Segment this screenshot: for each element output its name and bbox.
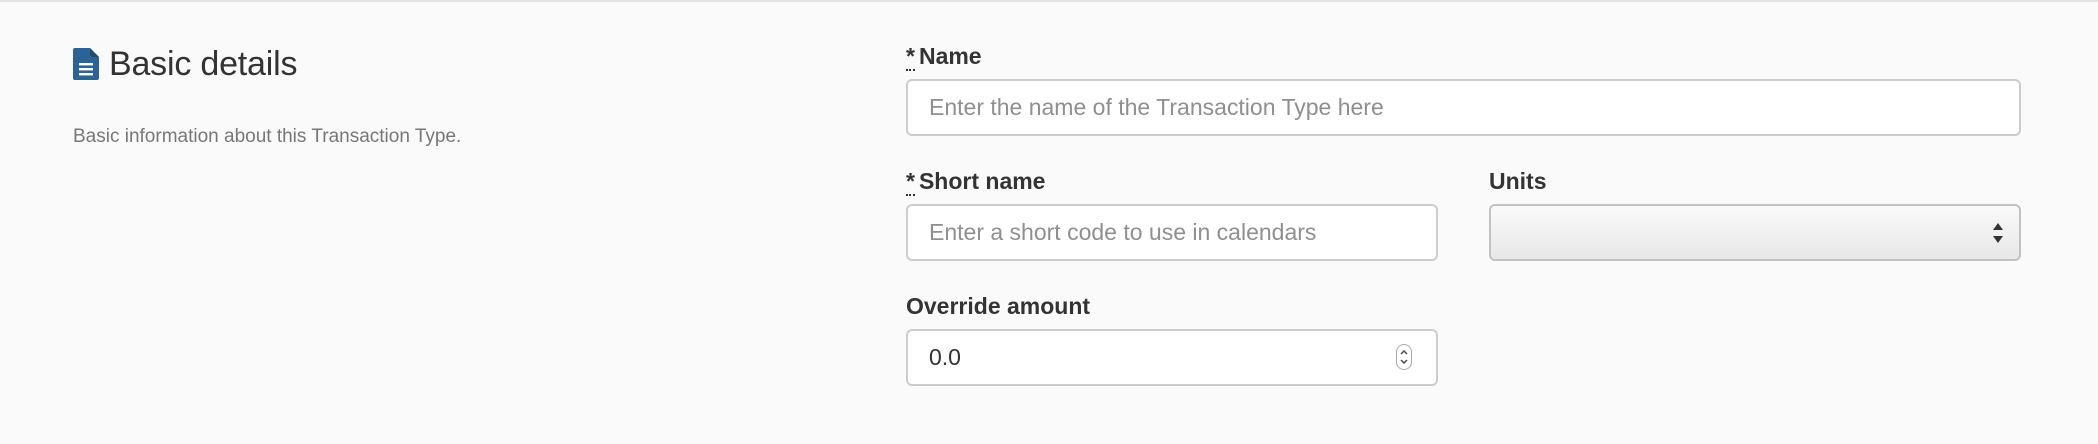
document-icon	[73, 48, 99, 80]
name-label: * Name	[906, 41, 2021, 71]
override-amount-label: Override amount	[906, 293, 1091, 319]
name-input[interactable]	[906, 79, 2021, 136]
select-arrows-icon	[1991, 220, 2005, 246]
short-name-label: * Short name	[906, 166, 1438, 196]
section-info: Basic details Basic information about th…	[73, 42, 773, 148]
units-select[interactable]	[1489, 204, 2021, 261]
short-name-input[interactable]	[906, 204, 1438, 261]
name-label-text: Name	[918, 43, 982, 69]
section-title: Basic details	[109, 44, 298, 83]
section-description: Basic information about this Transaction…	[73, 126, 462, 147]
units-label: Units	[1489, 168, 1547, 194]
short-name-label-text: Short name	[918, 168, 1046, 194]
override-amount-wrapper	[906, 329, 1438, 386]
required-marker: *	[906, 168, 915, 196]
override-amount-input[interactable]	[906, 329, 1438, 386]
number-spinner-icon[interactable]	[1396, 344, 1412, 370]
transaction-type-form-page: Basic details Basic information about th…	[0, 0, 2098, 444]
units-field-group: Units	[1489, 166, 2021, 261]
name-field-group: * Name	[906, 41, 2021, 136]
override-amount-field-group: Override amount	[906, 291, 1438, 386]
section-header: Basic details	[73, 42, 773, 86]
required-marker: *	[906, 43, 915, 71]
short-name-field-group: * Short name	[906, 166, 1438, 261]
